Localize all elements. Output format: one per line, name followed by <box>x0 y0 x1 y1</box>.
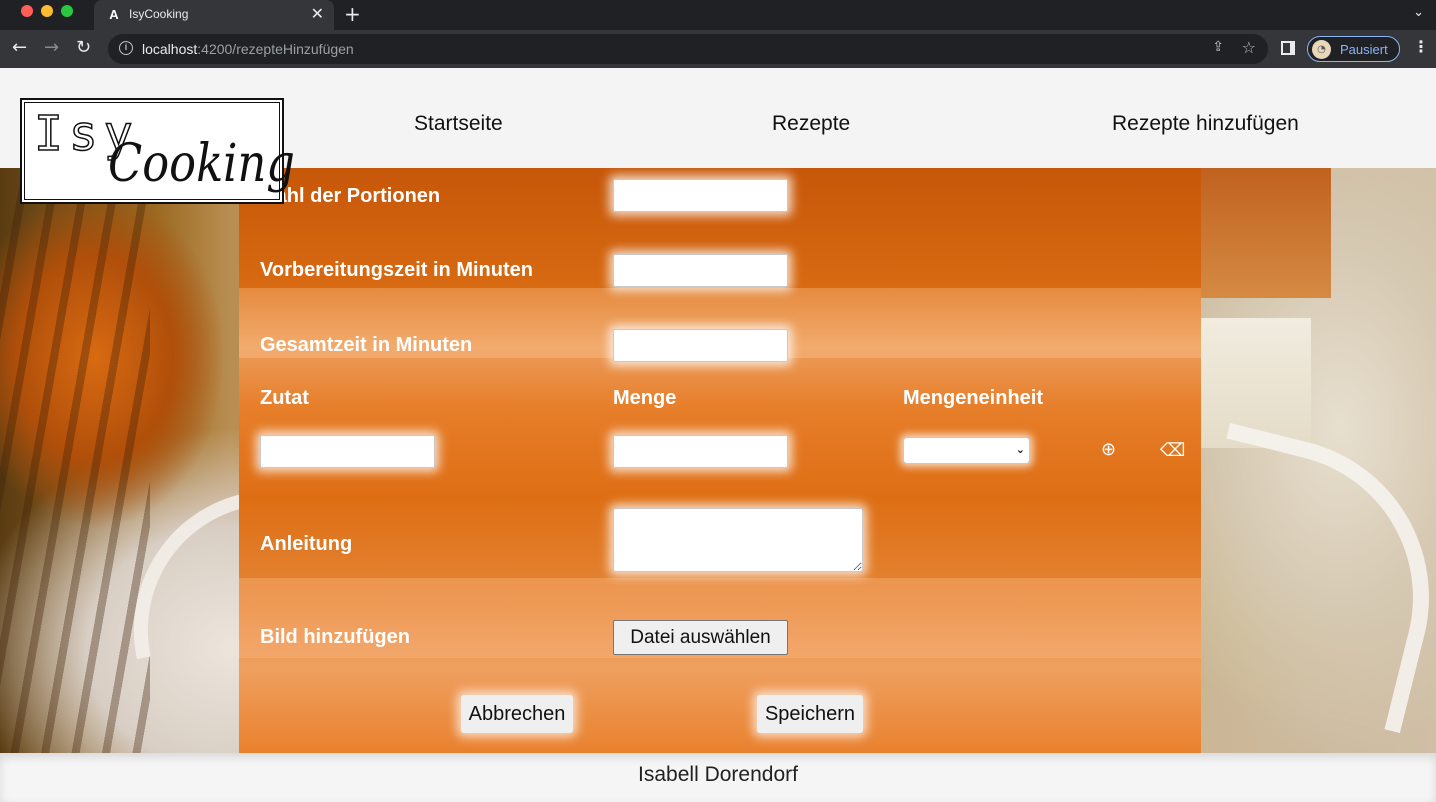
browser-menu-icon[interactable]: ⋮ <box>1413 39 1429 55</box>
new-tab-icon[interactable]: + <box>344 3 361 25</box>
back-arrow-icon[interactable]: ← <box>12 38 27 58</box>
instructions-label: Anleitung <box>260 533 353 555</box>
url-host: localhost <box>142 41 198 57</box>
nav-link-rezepte[interactable]: Rezepte <box>772 112 850 136</box>
amount-label: Menge <box>613 387 677 409</box>
angular-favicon-icon: A <box>109 7 119 22</box>
browser-tab-bar: A IsyCooking ✕ + ⌄ <box>0 0 1436 30</box>
browser-tab-isycooking[interactable]: A IsyCooking ✕ <box>94 0 334 30</box>
footer-author: Isabell Dorendorf <box>638 763 798 786</box>
unit-select[interactable]: ⌄ <box>903 437 1030 464</box>
background-pumpkin <box>0 168 150 753</box>
url-text[interactable]: localhost:4200/rezepteHinzufügen <box>142 41 354 57</box>
close-tab-icon[interactable]: ✕ <box>311 5 324 23</box>
minimize-window-button[interactable] <box>41 5 53 17</box>
add-ingredient-icon[interactable]: ⊕ <box>1101 440 1116 460</box>
site-info-icon[interactable]: i <box>119 41 133 55</box>
isycooking-logo[interactable]: Isy Cooking <box>20 98 295 204</box>
eraser-icon[interactable]: ⌫ <box>1160 441 1185 461</box>
cancel-button[interactable]: Abbrechen <box>461 695 573 733</box>
forward-arrow-icon[interactable]: → <box>44 38 59 58</box>
total-time-label: Gesamtzeit in Minuten <box>260 334 473 356</box>
profile-status-label: Pausiert <box>1340 42 1388 57</box>
reload-icon[interactable]: ↻ <box>76 38 91 58</box>
close-window-button[interactable] <box>21 5 33 17</box>
choose-file-button[interactable]: Datei auswählen <box>613 620 788 655</box>
instructions-textarea[interactable] <box>613 508 863 572</box>
tab-title: IsyCooking <box>129 7 189 21</box>
maximize-window-button[interactable] <box>61 5 73 17</box>
background-cake-layer <box>1201 168 1331 298</box>
profile-button[interactable]: ◔ Pausiert <box>1307 36 1400 62</box>
url-path: :4200/rezepteHinzufügen <box>197 41 354 57</box>
prep-time-label: Vorbereitungszeit in Minuten <box>260 259 533 281</box>
bookmark-star-icon[interactable]: ☆ <box>1242 38 1256 57</box>
ingredient-input[interactable] <box>260 435 435 468</box>
address-bar[interactable]: i localhost:4200/rezepteHinzufügen ⇪ ☆ <box>108 34 1268 64</box>
profile-avatar-icon: ◔ <box>1312 40 1331 59</box>
chevron-down-icon: ⌄ <box>1015 443 1025 456</box>
total-time-input[interactable] <box>613 329 788 362</box>
tab-search-icon[interactable]: ⌄ <box>1413 5 1424 20</box>
unit-label: Mengeneinheit <box>903 387 1044 409</box>
browser-toolbar: ← → ↻ i localhost:4200/rezepteHinzufügen… <box>0 30 1436 68</box>
nav-link-startseite[interactable]: Startseite <box>414 112 503 136</box>
background-bowl-right <box>1167 422 1436 734</box>
nav-link-rezepte-hinzufuegen[interactable]: Rezepte hinzufügen <box>1112 112 1299 136</box>
image-label: Bild hinzufügen <box>260 626 410 648</box>
save-button[interactable]: Speichern <box>757 695 863 733</box>
amount-input[interactable] <box>613 435 788 468</box>
portions-input[interactable] <box>613 179 788 212</box>
site-footer: Isabell Dorendorf <box>0 753 1436 802</box>
ingredient-label: Zutat <box>260 387 309 409</box>
logo-cooking-text: Cooking <box>108 134 295 194</box>
prep-time-input[interactable] <box>613 254 788 287</box>
share-icon[interactable]: ⇪ <box>1212 39 1224 55</box>
side-panel-icon[interactable] <box>1281 41 1295 55</box>
page: Startseite Rezepte Rezepte hinzufügen An… <box>0 68 1436 802</box>
